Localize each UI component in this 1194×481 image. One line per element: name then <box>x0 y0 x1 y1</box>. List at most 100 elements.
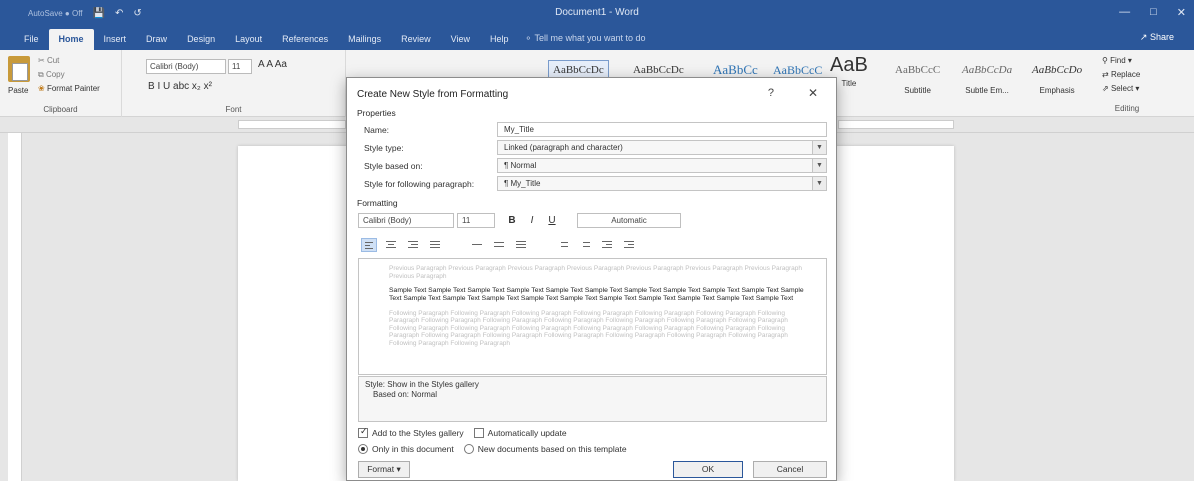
italic-button[interactable]: I <box>525 213 539 228</box>
close-dialog-button[interactable]: ✕ <box>808 86 818 100</box>
format-button[interactable]: Format ▾ <box>358 461 410 478</box>
cancel-button[interactable]: Cancel <box>753 461 827 478</box>
chevron-down-icon: ▾ <box>1135 84 1140 93</box>
font-size-box[interactable]: 11 <box>228 59 252 74</box>
tab-view[interactable]: View <box>441 34 480 50</box>
style-based-on-label: Style based on: <box>364 161 423 171</box>
replace-button[interactable]: ⇄ Replace <box>1102 70 1140 79</box>
minimize-button[interactable]: — <box>1119 6 1130 19</box>
add-to-gallery-label: Add to the Styles gallery <box>372 428 464 438</box>
chevron-down-icon[interactable]: ▼ <box>812 141 826 154</box>
following-paragraph-select[interactable]: ¶ My_Title ▼ <box>497 176 827 191</box>
tab-review[interactable]: Review <box>391 34 441 50</box>
formatting-heading: Formatting <box>357 198 398 208</box>
style-gallery-item[interactable]: AaBbCcDa Subtle Em... <box>962 60 1012 95</box>
ribbon-tab-bar: File Home Insert Draw Design Layout Refe… <box>0 26 1194 50</box>
style-gallery-item[interactable]: AaBbCcDc <box>633 60 684 76</box>
increase-indent-button[interactable] <box>621 238 637 252</box>
font-grow-shrink-buttons[interactable]: A A Aa <box>258 59 287 70</box>
ok-button[interactable]: OK <box>673 461 743 478</box>
scope-row: Only in this document New documents base… <box>358 444 627 454</box>
double-spacing-button[interactable] <box>513 238 529 252</box>
tab-mailings[interactable]: Mailings <box>338 34 391 50</box>
style-based-on-select[interactable]: ¶ Normal ▼ <box>497 158 827 173</box>
auto-update-label: Automatically update <box>487 428 567 438</box>
justify-button[interactable] <box>427 238 443 252</box>
style-gallery-item[interactable]: AaBbCcC <box>773 60 822 78</box>
add-to-gallery-checkbox[interactable] <box>358 426 368 438</box>
close-window-button[interactable]: ✕ <box>1177 6 1186 19</box>
bold-button[interactable]: B <box>505 213 519 228</box>
space-before-button[interactable] <box>555 238 571 252</box>
find-button[interactable]: ⚲ Find ▾ <box>1102 56 1132 65</box>
lightbulb-icon: ⚬ <box>524 33 533 43</box>
style-sample: AaBbCcC <box>773 63 823 77</box>
style-gallery-item[interactable]: AaBbCc <box>713 60 758 78</box>
format-font-select[interactable]: Calibri (Body) <box>358 213 454 228</box>
chevron-down-icon[interactable]: ▼ <box>812 177 826 190</box>
share-label: Share <box>1149 32 1174 42</box>
font-group-label: Font <box>225 105 242 114</box>
new-documents-radio[interactable] <box>463 444 474 454</box>
cursor-icon: ⇗ <box>1102 84 1109 93</box>
one-half-spacing-button[interactable] <box>491 238 507 252</box>
copy-button[interactable]: ⧉ Copy <box>38 70 65 80</box>
font-group: Calibri (Body) 11 A A Aa B I U abc x₂ x²… <box>122 50 346 117</box>
tell-me-search[interactable]: ⚬ Tell me what you want to do <box>525 33 646 50</box>
decrease-indent-button[interactable] <box>599 238 615 252</box>
format-painter-button[interactable]: ❀ Format Painter <box>38 84 100 93</box>
tab-draw[interactable]: Draw <box>136 34 177 50</box>
align-center-button[interactable] <box>383 238 399 252</box>
chevron-down-icon[interactable]: ▼ <box>812 159 826 172</box>
maximize-button[interactable]: □ <box>1150 6 1157 19</box>
style-name-input[interactable]: My_Title <box>497 122 827 137</box>
tab-references[interactable]: References <box>272 34 338 50</box>
select-button[interactable]: ⇗ Select ▾ <box>1102 84 1139 93</box>
only-this-document-radio[interactable] <box>358 444 368 454</box>
underline-button[interactable]: U <box>545 213 559 228</box>
font-format-buttons[interactable]: B I U abc x₂ x² <box>148 81 212 92</box>
space-after-button[interactable] <box>577 238 593 252</box>
font-name-box[interactable]: Calibri (Body) <box>146 59 226 74</box>
auto-update-checkbox[interactable] <box>473 428 484 438</box>
tab-layout[interactable]: Layout <box>225 34 272 50</box>
chevron-down-icon: ▾ <box>1127 56 1132 65</box>
tab-home[interactable]: Home <box>48 29 94 50</box>
cut-button[interactable]: ✂ Cut <box>38 56 59 65</box>
replace-label: Replace <box>1110 70 1141 79</box>
tab-design[interactable]: Design <box>177 34 225 50</box>
replace-icon: ⇄ <box>1102 70 1109 79</box>
style-type-select[interactable]: Linked (paragraph and character) ▼ <box>497 140 827 155</box>
style-sample: AaBbCcDo <box>1032 64 1083 76</box>
align-left-button[interactable] <box>361 238 377 252</box>
paste-icon[interactable] <box>8 56 30 82</box>
style-sample: AaB <box>830 54 868 76</box>
save-icon[interactable]: 💾 <box>93 8 105 19</box>
tab-file[interactable]: File <box>14 34 49 50</box>
preview-sample-text: Sample Text Sample Text Sample Text Samp… <box>389 287 804 302</box>
align-right-button[interactable] <box>405 238 421 252</box>
style-name: Subtitle <box>904 86 931 95</box>
preview-previous-paragraph: Previous Paragraph Previous Paragraph Pr… <box>389 265 802 280</box>
tab-help[interactable]: Help <box>480 34 519 50</box>
autosave-toggle[interactable]: AutoSave ● Off <box>28 9 83 18</box>
add-to-gallery-row: Add to the Styles gallery Automatically … <box>358 426 567 438</box>
font-color-select[interactable]: Automatic <box>577 213 681 228</box>
style-sample: AaBbCcC <box>895 64 941 76</box>
only-this-document-label: Only in this document <box>372 444 454 454</box>
style-description: Style: Show in the Styles gallery Based … <box>358 376 827 422</box>
clipboard-group-label: Clipboard <box>43 105 78 114</box>
tell-me-text: Tell me what you want to do <box>534 33 646 43</box>
tab-insert[interactable]: Insert <box>94 34 137 50</box>
format-size-select[interactable]: 11 <box>457 213 495 228</box>
share-button[interactable]: ↗ Share <box>1140 32 1174 43</box>
paste-button[interactable]: Paste <box>8 86 28 95</box>
style-gallery-item[interactable]: AaBbCcDo Emphasis <box>1032 60 1082 95</box>
single-spacing-button[interactable] <box>469 238 485 252</box>
undo-icon[interactable]: ↶ <box>115 8 123 19</box>
help-button[interactable]: ? <box>768 87 774 99</box>
style-name: Emphasis <box>1039 86 1075 95</box>
vertical-ruler[interactable] <box>8 133 22 481</box>
redo-icon[interactable]: ↺ <box>133 8 141 19</box>
style-gallery-item[interactable]: AaBbCcC Subtitle <box>895 60 940 95</box>
